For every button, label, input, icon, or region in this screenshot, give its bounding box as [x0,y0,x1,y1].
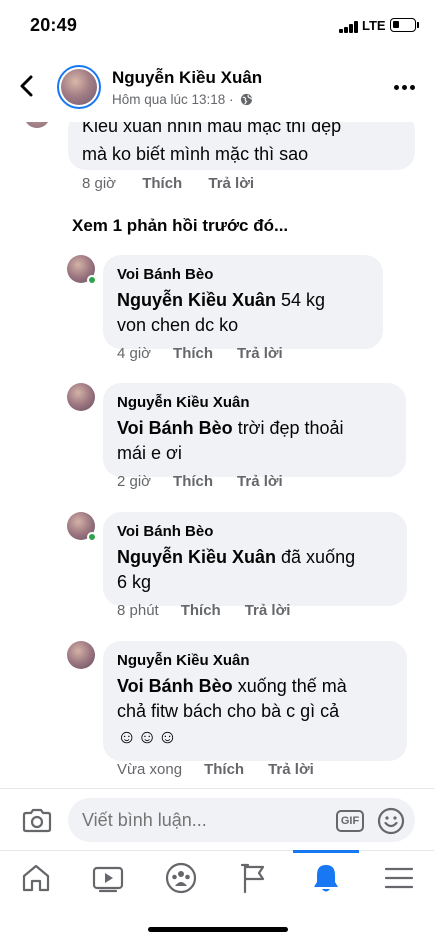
reply-text-part: xuống thế mà [232,676,347,696]
comment-text-line: Kiều xuân nhìn mẫu mặc thì đẹp [82,122,342,136]
battery-tip [417,22,419,28]
reply-author[interactable]: Voi Bánh Bèo [117,265,369,285]
comment-meta: 8 giờ Thích Trả lời [82,175,276,192]
reply-time: 2 giờ [117,473,152,490]
like-button[interactable]: Thích [142,175,182,192]
comment-time: 8 giờ [82,175,117,192]
profile-avatar[interactable] [57,65,101,109]
reply-text-part: chả fitw bách cho bà c gì cả [117,701,340,721]
mention-link[interactable]: Voi Bánh Bèo [117,676,233,696]
mention-link[interactable]: Voi Bánh Bèo [117,418,233,438]
home-indicator [148,927,288,932]
post-time-text: Hôm qua lúc 13:18 · [112,92,238,107]
battery-icon [390,18,416,32]
comment-bubble[interactable]: Kiều xuân nhìn mẫu mặc thì đẹp mà ko biế… [68,122,415,170]
reply-bubble[interactable]: Nguyễn Kiều Xuân Voi Bánh Bèo trời đẹp t… [103,383,406,477]
globe-icon [241,93,253,106]
tab-pages[interactable] [237,861,271,895]
reply-bubble[interactable]: Voi Bánh Bèo Nguyễn Kiều Xuân đã xuống 6 … [103,512,407,606]
reply-text-part: von chen dc ko [117,315,239,335]
reply-text: Voi Bánh Bèo xuống thế mà chả fitw bách c… [117,674,393,724]
chevron-left-icon [20,75,33,97]
gif-button[interactable]: GIF [336,810,364,832]
like-button[interactable]: Thích [173,345,213,362]
reply-button[interactable]: Trả lời [237,473,283,490]
reply-author[interactable]: Nguyễn Kiều Xuân [117,393,392,413]
reply-text-part: 54 kg [276,290,326,310]
tab-video[interactable] [91,861,125,895]
mention-link[interactable]: Nguyễn Kiều Xuân [117,290,276,310]
comment-text-line: mà ko biết mình mặc thì sao [82,144,309,164]
more-options-button[interactable] [394,84,416,92]
reply-avatar[interactable] [67,383,95,411]
post-timestamp: Hôm qua lúc 13:18 · [112,92,253,107]
reply-button[interactable]: Trả lời [245,602,291,619]
tab-menu[interactable] [382,861,416,895]
view-previous-replies-link[interactable]: Xem 1 phản hồi trước đó... [72,216,288,236]
camera-button[interactable] [22,807,52,833]
reply-author[interactable]: Voi Bánh Bèo [117,522,393,542]
status-time: 20:49 [30,15,78,35]
emoji-button[interactable] [377,807,405,835]
comment-composer: GIF [0,788,434,850]
reply-meta: Vừa xong Thích Trả lời [117,761,314,778]
tab-home[interactable] [19,861,53,895]
bell-icon [314,865,338,892]
reply-button[interactable]: Trả lời [208,175,254,192]
reply-text: Voi Bánh Bèo trời đẹp thoải mái e ơi [117,416,392,466]
camera-icon [22,808,52,833]
reply-text-part: trời đẹp thoải [232,418,344,438]
groups-icon [165,862,197,894]
reply-text-part: mái e ơi [117,443,182,463]
reply-text: Nguyễn Kiều Xuân đã xuống 6 kg [117,545,393,595]
network-label: LTE [362,18,386,33]
smiling-emoji-icon: ☺☺☺ [117,727,179,748]
mention-link[interactable]: Nguyễn Kiều Xuân [117,547,276,567]
video-icon [92,866,124,893]
flag-icon [240,863,265,894]
reply-text-part: 6 kg [117,572,152,592]
reply-time: 8 phút [117,602,159,619]
signal-icon [339,21,359,33]
reply-button[interactable]: Trả lời [237,345,283,362]
reply-author[interactable]: Nguyễn Kiều Xuân [117,651,393,671]
status-bar: 20:49 LTE [0,0,434,52]
online-status-dot [87,275,97,285]
online-status-dot [87,532,97,542]
like-button[interactable]: Thích [181,602,221,619]
profile-name[interactable]: Nguyễn Kiều Xuân [112,68,262,88]
home-icon [22,864,50,892]
reply-time: 4 giờ [117,345,152,362]
tab-notifications[interactable] [309,861,343,895]
reply-time: Vừa xong [117,761,183,778]
tab-groups[interactable] [164,861,198,895]
reply-bubble[interactable]: Nguyễn Kiều Xuân Voi Bánh Bèo xuống thế … [103,641,407,761]
smiley-icon [377,807,405,835]
back-button[interactable] [16,74,40,98]
reply-text: Nguyễn Kiều Xuân 54 kg von chen dc ko [117,288,369,338]
reply-button[interactable]: Trả lời [268,761,314,778]
reply-meta: 4 giờ Thích Trả lời [117,345,283,362]
reply-text-part: đã xuống [276,547,356,567]
reply-meta: 8 phút Thích Trả lời [117,602,290,619]
reply-avatar[interactable] [67,641,95,669]
active-tab-indicator [293,850,359,853]
post-header: Nguyễn Kiều Xuân Hôm qua lúc 13:18 · [0,52,434,122]
menu-icon [384,867,414,889]
comments-list[interactable]: Kiều xuân nhìn mẫu mặc thì đẹp mà ko biế… [0,122,434,788]
like-button[interactable]: Thích [204,761,244,778]
reply-meta: 2 giờ Thích Trả lời [117,473,283,490]
bottom-tab-bar [0,850,434,941]
reply-bubble[interactable]: Voi Bánh Bèo Nguyễn Kiều Xuân 54 kg von c… [103,255,383,349]
comment-avatar[interactable] [24,122,50,128]
like-button[interactable]: Thích [173,473,213,490]
